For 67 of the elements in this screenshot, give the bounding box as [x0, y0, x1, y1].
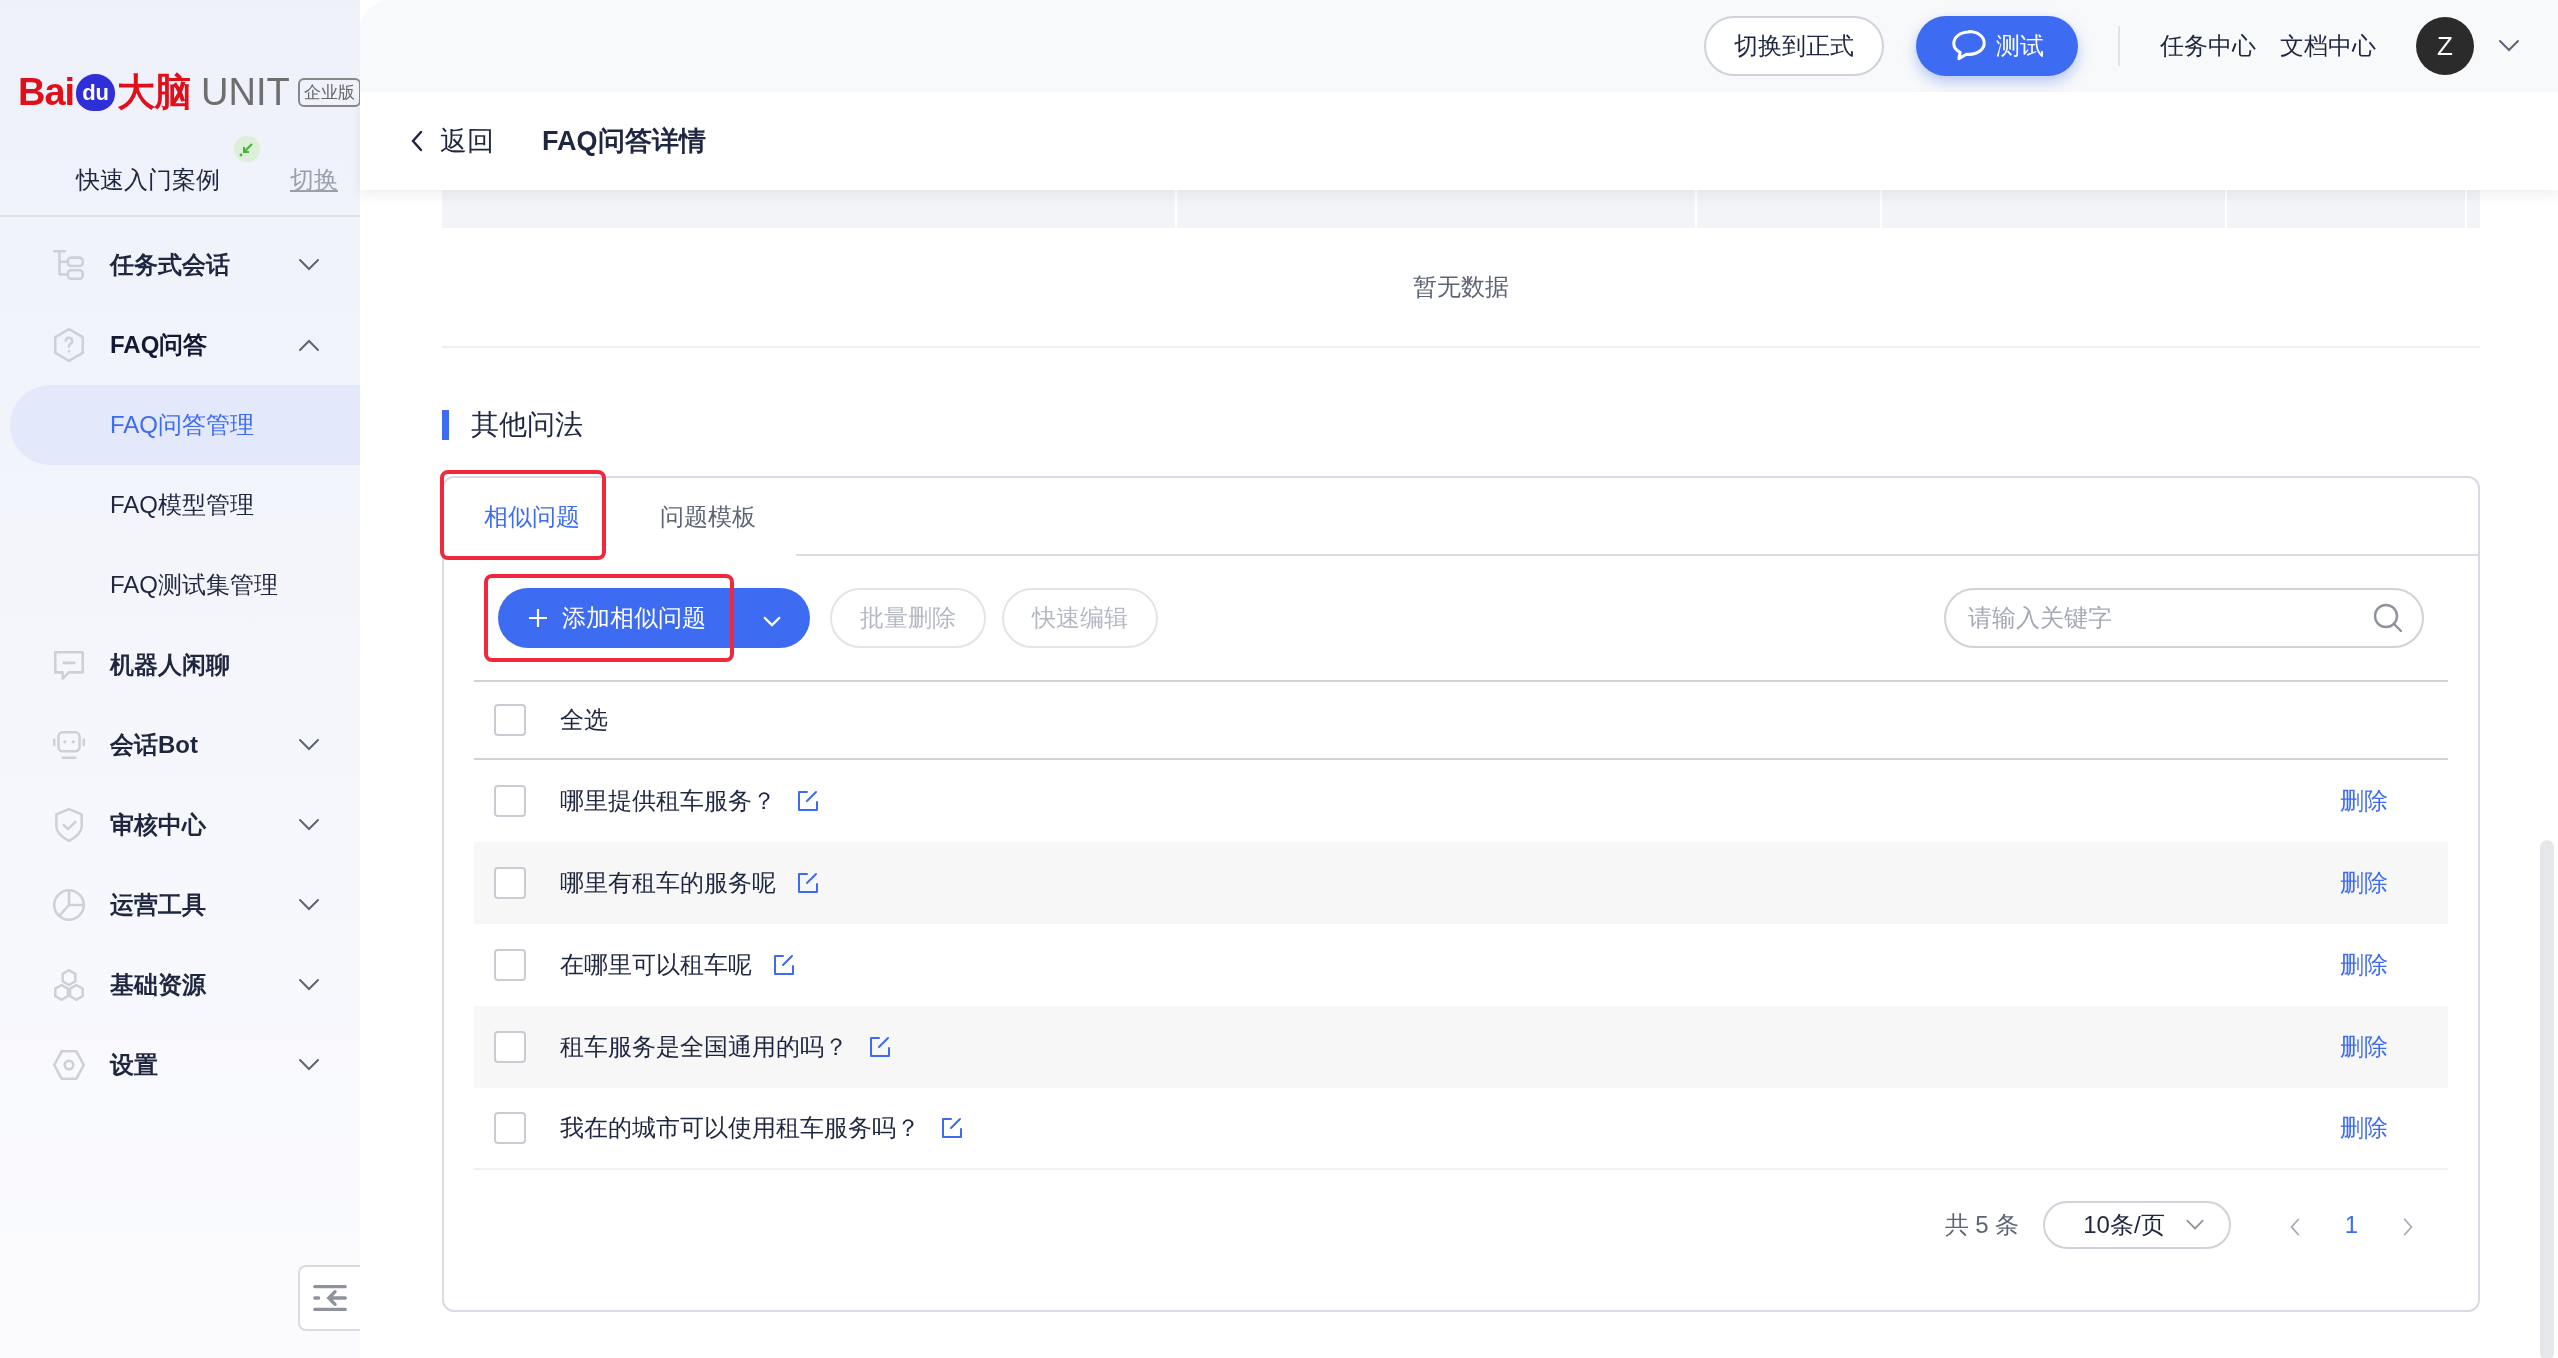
scrollbar[interactable] — [2540, 840, 2554, 1358]
test-button[interactable]: 测试 — [1916, 16, 2078, 76]
question-text: 在哪里可以租车呢 — [560, 950, 752, 980]
sidebar-item[interactable]: FAQ问答 — [0, 305, 360, 385]
sidebar-subitem[interactable]: FAQ问答管理 — [10, 385, 360, 465]
section-title: 其他问法 — [442, 410, 2480, 440]
delete-link[interactable]: 删除 — [2340, 865, 2388, 901]
question-text: 我在的城市可以使用租车服务吗？ — [560, 1113, 920, 1143]
sidebar-item[interactable]: 运营工具 — [0, 865, 360, 945]
chevron-down-icon — [298, 1058, 320, 1072]
page-number[interactable]: 1 — [2334, 1207, 2368, 1243]
chevron-down-icon — [2498, 39, 2520, 53]
sidebar-item[interactable]: 会话Bot — [0, 705, 360, 785]
page-size-select[interactable]: 10条/页 — [2043, 1201, 2231, 1249]
header-link[interactable]: 文档中心 — [2280, 28, 2376, 64]
chevron-down-icon — [298, 258, 320, 272]
chevron-left-icon — [410, 130, 424, 152]
edit-icon[interactable] — [796, 871, 820, 895]
search-icon — [2372, 602, 2404, 634]
edit-icon[interactable] — [868, 1035, 892, 1059]
chevron-down-icon — [298, 898, 320, 912]
chevron-down-icon — [298, 978, 320, 992]
delete-link[interactable]: 删除 — [2340, 947, 2388, 983]
project-name: 快速入门案例 — [76, 162, 220, 198]
user-avatar[interactable]: Z — [2416, 17, 2474, 75]
chevron-down-icon — [2184, 1219, 2205, 1231]
checkbox[interactable] — [494, 867, 526, 899]
checkbox[interactable] — [494, 1112, 526, 1144]
chevron-down-icon — [298, 818, 320, 832]
page-title: FAQ问答详情 — [542, 124, 706, 158]
chevron-up-icon — [298, 338, 320, 352]
checkbox[interactable] — [494, 949, 526, 981]
sidebar-subitem[interactable]: FAQ测试集管理 — [10, 545, 360, 625]
chevron-right-icon — [2402, 1216, 2414, 1237]
question-text: 租车服务是全国通用的吗？ — [560, 1032, 848, 1062]
question-text: 哪里提供租车服务？ — [560, 786, 776, 816]
empty-message: 暂无数据 — [1413, 272, 1509, 302]
caret-icon — [762, 615, 782, 629]
delete-link[interactable]: 删除 — [2340, 1110, 2388, 1146]
collapse-button[interactable] — [298, 1265, 360, 1331]
edit-icon[interactable] — [772, 953, 796, 977]
delete-link[interactable]: 删除 — [2340, 783, 2388, 819]
chevron-down-icon — [298, 738, 320, 752]
sidebar-item[interactable]: 任务式会话 — [0, 225, 360, 305]
switch-mode-button[interactable]: 切换到正式 — [1704, 16, 1884, 76]
edit-icon[interactable] — [940, 1116, 964, 1140]
sidebar-item[interactable]: 设置 — [0, 1025, 360, 1105]
checkbox[interactable] — [494, 785, 526, 817]
delete-link[interactable]: 删除 — [2340, 1029, 2388, 1065]
chevron-left-icon — [2288, 1216, 2301, 1237]
total-count: 共 5 条 — [1944, 1210, 2020, 1240]
back-button[interactable]: 返回 — [410, 120, 494, 162]
sidebar-item[interactable]: 基础资源 — [0, 945, 360, 1025]
sidebar-item[interactable]: 审核中心 — [0, 785, 360, 865]
checkbox[interactable] — [494, 704, 526, 736]
pie-chart-icon — [50, 886, 88, 924]
logo: Bai du 大脑 UNIT 企业版 — [0, 0, 360, 145]
sidebar-item[interactable]: 机器人闲聊 — [0, 625, 360, 705]
checkbox[interactable] — [494, 1031, 526, 1063]
search-field[interactable]: 请输入关键字 — [1944, 588, 2424, 648]
question-text: 哪里有租车的服务呢 — [560, 868, 776, 898]
plus-icon — [528, 608, 548, 628]
header-link[interactable]: 任务中心 — [2160, 28, 2256, 64]
tab[interactable]: 相似问题 — [444, 478, 620, 556]
edit-icon[interactable] — [796, 789, 820, 813]
select-all-label: 全选 — [560, 705, 608, 735]
sidebar-subitem[interactable]: FAQ模型管理 — [10, 465, 360, 545]
